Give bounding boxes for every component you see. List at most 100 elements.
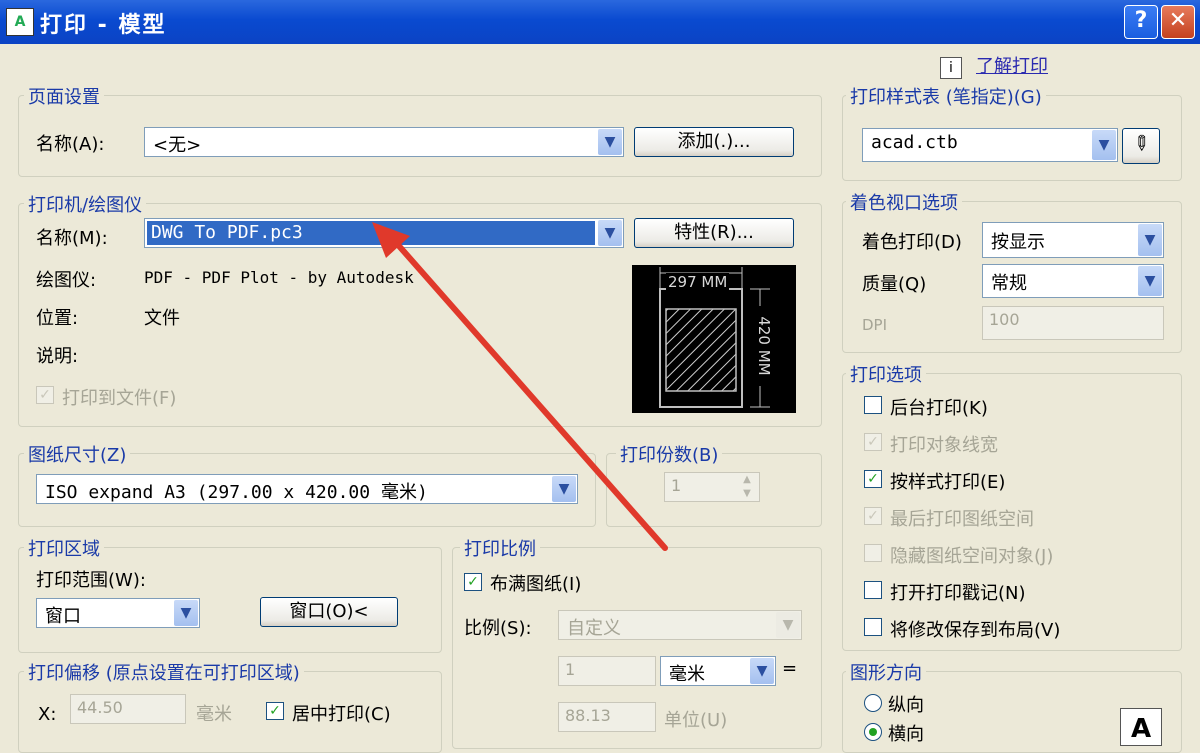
- unit-label: 单位(U): [664, 710, 728, 731]
- dpi-value: 100: [989, 310, 1020, 329]
- chevron-down-icon[interactable]: ▼: [1092, 130, 1116, 160]
- fit-to-paper-label: 布满图纸(I): [490, 574, 582, 595]
- autocad-app-icon: A: [6, 8, 34, 36]
- quality-value: 常规: [991, 273, 1027, 294]
- copies-title: 打印份数(B): [616, 441, 723, 467]
- paper-preview: 297 MM 420 MM: [632, 265, 796, 413]
- location-label: 位置:: [36, 308, 79, 329]
- copies-value: 1: [671, 476, 682, 495]
- landscape-radio[interactable]: [864, 723, 882, 741]
- preview-height-label: 420 MM: [755, 306, 773, 386]
- offset-x-label: X:: [38, 704, 57, 725]
- quality-combo[interactable]: 常规 ▼: [982, 264, 1164, 298]
- shade-plot-label: 着色打印(D): [862, 232, 962, 253]
- plot-style-table-value: acad.ctb: [871, 132, 958, 153]
- scale-combo[interactable]: 自定义 ▼: [558, 610, 802, 640]
- equals-sign: =: [782, 658, 798, 679]
- paper-size-combo[interactable]: ISO expand A3 (297.00 x 420.00 毫米) ▼: [36, 474, 578, 504]
- location-value: 文件: [144, 308, 180, 329]
- add-page-setup-button[interactable]: 添加(.)...: [634, 127, 794, 157]
- offset-x-unit: 毫米: [196, 704, 232, 725]
- plotter-name-combo[interactable]: DWG To PDF.pc3 ▼: [144, 218, 624, 248]
- plotter-properties-button[interactable]: 特性(R)...: [634, 218, 794, 248]
- plot-window-button[interactable]: 窗口(O)<: [260, 597, 398, 627]
- scale-unit-value: 毫米: [669, 664, 705, 685]
- plot-range-combo[interactable]: 窗口 ▼: [36, 598, 200, 628]
- plot-range-label: 打印范围(W):: [36, 570, 146, 591]
- preview-width-label: 297 MM: [666, 273, 730, 291]
- plot-option-checkbox[interactable]: [864, 618, 882, 636]
- scale-value2-input[interactable]: 88.13: [558, 702, 656, 732]
- learn-about-plotting-link[interactable]: 了解打印: [976, 52, 1048, 78]
- plot-style-table-combo[interactable]: acad.ctb ▼: [862, 128, 1118, 162]
- orientation-page-icon: A: [1120, 708, 1162, 746]
- copies-spinner[interactable]: ▲ ▼: [736, 473, 758, 501]
- help-button[interactable]: ?: [1124, 5, 1158, 39]
- plot-option-label: 按样式打印(E): [890, 472, 1006, 493]
- scale-value1-input[interactable]: 1: [558, 656, 656, 686]
- pencil-icon: ✎: [1126, 128, 1156, 158]
- paper-size-title: 图纸尺寸(Z): [24, 441, 131, 467]
- edit-style-table-button[interactable]: ✎: [1122, 128, 1160, 164]
- page-setup-name-label: 名称(A):: [36, 134, 105, 155]
- portrait-label: 纵向: [888, 695, 924, 716]
- shade-plot-combo[interactable]: 按显示 ▼: [982, 222, 1164, 258]
- plotter-name-label: 名称(M):: [36, 228, 108, 249]
- paper-size-value: ISO expand A3 (297.00 x 420.00 毫米): [45, 482, 428, 503]
- orientation-title: 图形方向: [846, 659, 926, 685]
- info-icon: i: [940, 57, 962, 79]
- plot-option-checkbox[interactable]: ✓: [864, 433, 882, 451]
- plot-offset-title: 打印偏移 (原点设置在可打印区域): [24, 659, 304, 685]
- landscape-label: 横向: [888, 724, 924, 745]
- page-setup-name-value: <无>: [153, 135, 202, 156]
- plot-option-label: 隐藏图纸空间对象(J): [890, 546, 1054, 567]
- chevron-down-icon[interactable]: ▼: [750, 658, 774, 684]
- portrait-radio[interactable]: [864, 694, 882, 712]
- plot-style-table-title: 打印样式表 (笔指定)(G): [846, 83, 1046, 109]
- plot-option-label: 最后打印图纸空间: [890, 509, 1034, 530]
- offset-x-input[interactable]: 44.50: [70, 694, 186, 724]
- chevron-down-icon[interactable]: ▼: [1138, 266, 1162, 296]
- chevron-down-icon[interactable]: ▼: [776, 612, 800, 638]
- chevron-down-icon[interactable]: ▼: [174, 600, 198, 626]
- plot-range-value: 窗口: [45, 606, 81, 627]
- chevron-down-icon[interactable]: ▼: [598, 220, 622, 246]
- plotter-name-value: DWG To PDF.pc3: [147, 221, 595, 245]
- plot-area-title: 打印区域: [24, 535, 104, 561]
- plot-option-checkbox[interactable]: ✓: [864, 507, 882, 525]
- scale-unit-combo[interactable]: 毫米 ▼: [660, 656, 776, 686]
- window-title: 打印 - 模型: [40, 13, 167, 38]
- scale-value1: 1: [565, 660, 576, 679]
- page-setup-name-combo[interactable]: <无> ▼: [144, 127, 624, 157]
- plot-option-label: 打印对象线宽: [890, 435, 998, 456]
- scale-value: 自定义: [567, 618, 621, 639]
- plotter-value: PDF - PDF Plot - by Autodesk: [144, 268, 414, 287]
- plot-option-checkbox[interactable]: [864, 396, 882, 414]
- shaded-viewport-title: 着色视口选项: [846, 189, 962, 215]
- print-to-file-label: 打印到文件(F): [62, 388, 177, 409]
- chevron-down-icon[interactable]: ▼: [1138, 224, 1162, 256]
- plot-option-checkbox[interactable]: [864, 544, 882, 562]
- fit-to-paper-checkbox[interactable]: ✓: [464, 573, 482, 591]
- plot-option-checkbox[interactable]: ✓: [864, 470, 882, 488]
- title-bar: A 打印 - 模型 ? ✕: [0, 0, 1200, 44]
- print-to-file-checkbox[interactable]: ✓: [36, 386, 54, 404]
- plot-option-label: 后台打印(K): [890, 398, 988, 419]
- plotter-label: 绘图仪:: [36, 270, 97, 291]
- scale-value2: 88.13: [565, 706, 611, 725]
- plot-options-title: 打印选项: [846, 361, 926, 387]
- dpi-input[interactable]: 100: [982, 306, 1164, 340]
- close-button[interactable]: ✕: [1161, 5, 1195, 39]
- plot-scale-title: 打印比例: [460, 535, 540, 561]
- chevron-down-icon[interactable]: ▼: [598, 129, 622, 155]
- shade-plot-value: 按显示: [991, 232, 1045, 253]
- chevron-down-icon[interactable]: ▼: [552, 476, 576, 502]
- plot-option-label: 打开打印戳记(N): [890, 583, 1026, 604]
- plot-option-checkbox[interactable]: [864, 581, 882, 599]
- center-plot-label: 居中打印(C): [292, 704, 391, 725]
- center-plot-checkbox[interactable]: ✓: [266, 702, 284, 720]
- description-label: 说明:: [36, 346, 79, 367]
- printer-plotter-title: 打印机/绘图仪: [24, 191, 147, 217]
- page-setup-title: 页面设置: [24, 83, 104, 109]
- plot-option-label: 将修改保存到布局(V): [890, 620, 1061, 641]
